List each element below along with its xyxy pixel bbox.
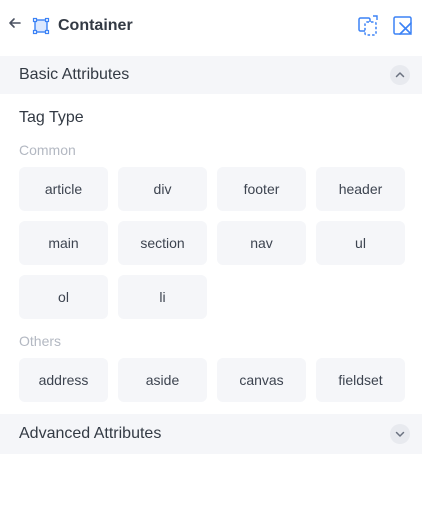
others-group-label: Others	[19, 333, 62, 349]
tag-option-footer[interactable]: footer	[217, 167, 306, 211]
tag-type-label: Tag Type	[19, 109, 84, 126]
tag-option-section[interactable]: section	[118, 221, 207, 265]
panel-header: Container	[0, 0, 422, 52]
basic-attributes-header[interactable]: Basic Attributes	[0, 56, 422, 94]
tag-option-main[interactable]: main	[19, 221, 108, 265]
tag-option-ol[interactable]: ol	[19, 275, 108, 319]
tag-option-aside[interactable]: aside	[118, 358, 207, 402]
remove-element-icon[interactable]	[391, 14, 415, 38]
back-arrow-icon[interactable]	[6, 14, 24, 32]
common-tags-grid: article div footer header main section nav ul ol…	[19, 167, 405, 319]
tag-option-div[interactable]: div	[118, 167, 207, 211]
advanced-attributes-title: Advanced Attributes	[19, 425, 162, 442]
tag-option-canvas[interactable]: canvas	[217, 358, 306, 402]
chevron-up-icon[interactable]	[390, 65, 410, 85]
page-title: Container	[58, 17, 133, 34]
tag-option-header[interactable]: header	[316, 167, 405, 211]
basic-attributes-title: Basic Attributes	[19, 66, 130, 83]
tag-option-fieldset[interactable]: fieldset	[316, 358, 405, 402]
chevron-down-icon[interactable]	[390, 424, 410, 444]
tag-option-address[interactable]: address	[19, 358, 108, 402]
common-group-label: Common	[19, 142, 76, 158]
advanced-attributes-header[interactable]: Advanced Attributes	[0, 414, 422, 454]
tag-option-nav[interactable]: nav	[217, 221, 306, 265]
container-icon	[32, 17, 50, 35]
tag-option-li[interactable]: li	[118, 275, 207, 319]
tag-option-article[interactable]: article	[19, 167, 108, 211]
other-tags-grid: address aside canvas fieldset	[19, 358, 405, 402]
tag-option-ul[interactable]: ul	[316, 221, 405, 265]
copy-element-icon[interactable]	[356, 14, 380, 38]
